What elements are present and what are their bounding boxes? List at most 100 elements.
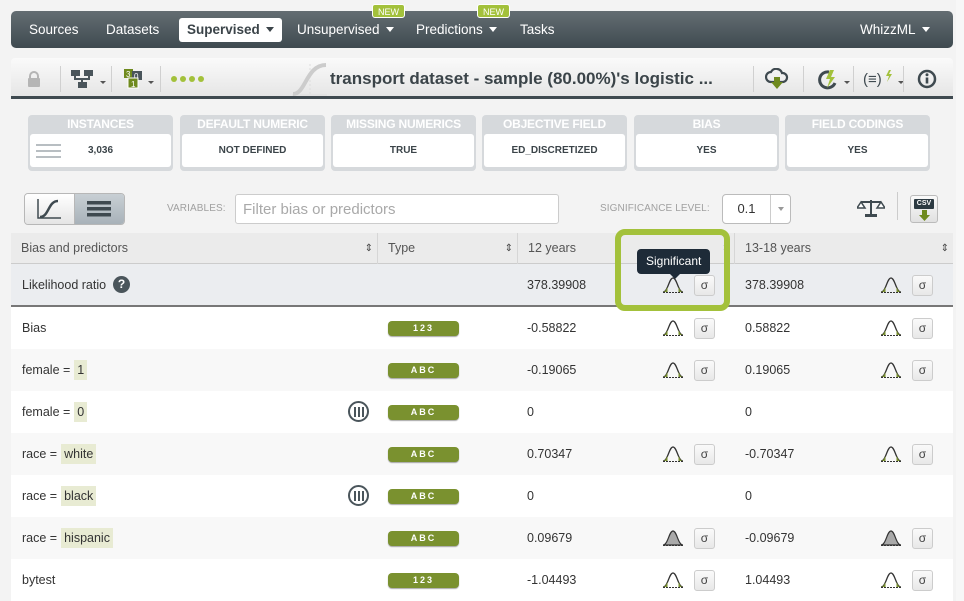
significance-level-select[interactable]: 0.1 bbox=[722, 194, 791, 224]
card-label: INSTANCES bbox=[67, 117, 134, 131]
instances-icon bbox=[36, 144, 61, 158]
sigma-button[interactable]: σ bbox=[694, 444, 715, 465]
likelihood-ratio-label: Likelihood ratio bbox=[22, 277, 107, 292]
significant-bell-icon[interactable] bbox=[662, 361, 684, 379]
column-header-label: 13-18 years bbox=[745, 241, 812, 255]
chevron-down-icon bbox=[488, 26, 497, 32]
summary-card-objective-field: OBJECTIVE FIELD ED_DISCRETIZED bbox=[482, 115, 627, 171]
card-label: BIAS bbox=[692, 117, 721, 131]
sigma-button[interactable]: σ bbox=[912, 570, 933, 591]
significant-bell-icon[interactable] bbox=[662, 319, 684, 337]
likelihood-ratio-12-years: 378.39908 bbox=[527, 277, 587, 292]
column-header-type[interactable]: Type ⇕ bbox=[378, 233, 518, 264]
type-badge: 123 bbox=[388, 572, 459, 588]
nav-supervised[interactable]: Supervised bbox=[179, 18, 282, 42]
balance-scale-icon[interactable] bbox=[855, 198, 887, 221]
significance-level-label: SIGNIFICANCE LEVEL: bbox=[600, 203, 710, 214]
significant-bell-icon[interactable] bbox=[880, 319, 902, 337]
model-types-icon[interactable]: 301 bbox=[123, 58, 154, 99]
significant-bell-icon[interactable] bbox=[880, 445, 902, 463]
svg-text:1: 1 bbox=[131, 80, 136, 89]
variables-filter-input[interactable] bbox=[235, 194, 559, 224]
nav-tasks[interactable]: Tasks bbox=[520, 11, 555, 48]
sigma-button[interactable]: σ bbox=[694, 360, 715, 381]
scrollbar[interactable] bbox=[956, 0, 964, 601]
lock-icon[interactable] bbox=[27, 58, 41, 99]
not-significant-bell-icon[interactable] bbox=[880, 529, 902, 547]
model-tree-icon[interactable] bbox=[71, 58, 106, 99]
sigma-button[interactable]: σ bbox=[912, 275, 933, 296]
predictor-name-cell: race = white bbox=[22, 433, 97, 475]
table-row: race = hispanic ABC 0.09679 σ -0.09679 σ bbox=[11, 517, 953, 559]
table-row: race = white ABC 0.70347 σ -0.70347 σ bbox=[11, 433, 953, 475]
cloud-download-icon[interactable] bbox=[765, 58, 789, 99]
csv-download-button[interactable]: CSV bbox=[910, 195, 938, 223]
predictor-name: race = bbox=[22, 489, 58, 503]
likelihood-ratio-13-18-years: 378.39908 bbox=[745, 277, 805, 292]
sigma-button[interactable]: σ bbox=[694, 318, 715, 339]
chart-view-button[interactable] bbox=[25, 194, 75, 224]
sigma-button[interactable]: σ bbox=[694, 528, 715, 549]
significance-bell-icon[interactable] bbox=[880, 276, 902, 294]
list-icon bbox=[87, 201, 112, 217]
nav-sources[interactable]: Sources bbox=[29, 11, 79, 48]
chevron-down-icon bbox=[385, 26, 394, 32]
sigma-button[interactable]: σ bbox=[912, 528, 933, 549]
column-header-13-18-years[interactable]: 13-18 years ⇕ bbox=[735, 233, 953, 264]
logistic-curve-icon bbox=[37, 199, 62, 219]
sigma-button[interactable]: σ bbox=[694, 570, 715, 591]
not-significant-bell-icon[interactable] bbox=[662, 529, 684, 547]
significant-bell-icon[interactable] bbox=[880, 361, 902, 379]
predictor-name-cell: race = black bbox=[22, 475, 97, 517]
new-badge: NEW bbox=[477, 4, 510, 18]
variables-label: VARIABLES: bbox=[167, 203, 226, 214]
sigma-button[interactable]: σ bbox=[694, 275, 715, 296]
predictor-name-cell: bytest bbox=[22, 559, 55, 601]
predictor-name: female = bbox=[22, 405, 71, 419]
card-label: DEFAULT NUMERIC bbox=[197, 117, 308, 131]
nav-whizzml[interactable]: WhizzML bbox=[860, 11, 930, 48]
significant-bell-icon[interactable] bbox=[880, 571, 902, 589]
likelihood-ratio-row: Likelihood ratio ? 378.39908 σ 378.39908… bbox=[11, 264, 953, 307]
chevron-down-icon bbox=[100, 81, 106, 84]
formula-icon[interactable]: (≡) bbox=[863, 58, 904, 99]
page-title: transport dataset - sample (80.00%)'s lo… bbox=[330, 69, 713, 88]
sort-icon: ⇕ bbox=[721, 243, 730, 254]
column-header-bias-predictors[interactable]: Bias and predictors ⇕ bbox=[11, 233, 378, 264]
type-badge: ABC bbox=[388, 446, 459, 462]
divider bbox=[803, 66, 804, 92]
coefficient-12-years: -0.19065 bbox=[527, 363, 577, 377]
table-body: Bias 123 -0.58822 σ 0.58822 σ female = 1 AB… bbox=[11, 307, 953, 601]
predictor-name-cell: race = hispanic bbox=[22, 517, 113, 559]
coefficient-12-years: -1.04493 bbox=[527, 573, 577, 587]
nav-datasets-label: Datasets bbox=[106, 22, 160, 37]
card-value: TRUE bbox=[333, 134, 474, 167]
type-cell: ABC bbox=[388, 517, 459, 559]
summary-card-bias: BIAS YES bbox=[634, 115, 779, 171]
new-badge: NEW bbox=[372, 4, 405, 18]
predictor-name-cell: female = 1 bbox=[22, 349, 88, 391]
predictor-name-cell: female = 0 bbox=[22, 391, 88, 433]
chevron-down-icon bbox=[844, 81, 850, 84]
predictor-name: race = bbox=[22, 531, 58, 545]
field-coding-icon[interactable] bbox=[348, 401, 369, 422]
nav-sources-label: Sources bbox=[29, 22, 79, 37]
field-coding-icon[interactable] bbox=[348, 485, 369, 506]
significant-bell-icon[interactable] bbox=[662, 445, 684, 463]
coefficient-13-18-years: -0.09679 bbox=[745, 531, 795, 545]
help-icon[interactable]: ? bbox=[113, 276, 131, 293]
divider bbox=[897, 192, 898, 220]
coefficient-12-years: 0 bbox=[527, 405, 534, 419]
info-icon[interactable] bbox=[917, 58, 937, 99]
sigma-button[interactable]: σ bbox=[912, 360, 933, 381]
reprocess-icon[interactable] bbox=[815, 58, 850, 99]
sigma-button[interactable]: σ bbox=[912, 444, 933, 465]
nav-unsupervised-label: Unsupervised bbox=[297, 22, 380, 37]
nav-whizzml-label: WhizzML bbox=[860, 22, 916, 37]
nav-datasets[interactable]: Datasets bbox=[106, 11, 159, 48]
significant-bell-icon[interactable] bbox=[662, 571, 684, 589]
sigma-button[interactable]: σ bbox=[912, 318, 933, 339]
card-label: MISSING NUMERICS bbox=[346, 117, 461, 131]
coefficient-13-18-years: -0.70347 bbox=[745, 447, 795, 461]
table-view-button[interactable] bbox=[74, 194, 124, 224]
